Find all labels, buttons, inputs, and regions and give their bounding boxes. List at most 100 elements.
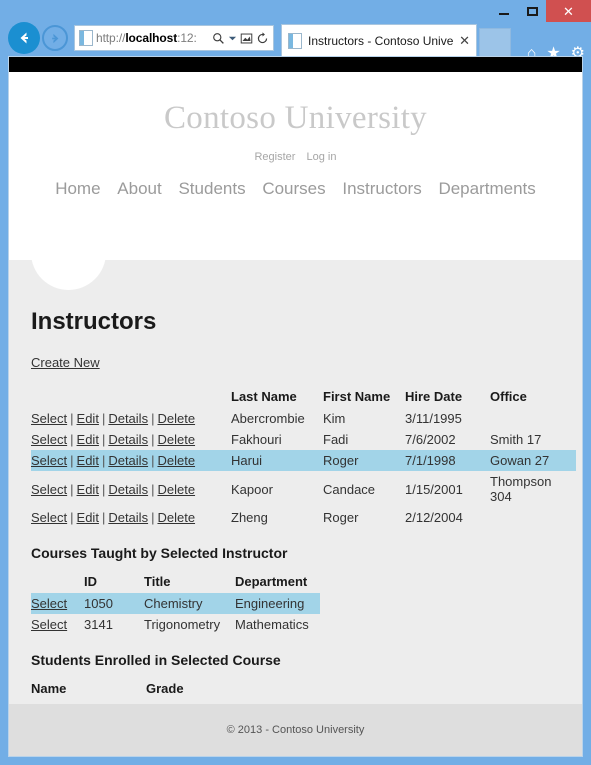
action-separator: |	[70, 453, 74, 468]
select-link[interactable]: Select	[31, 510, 67, 525]
courses-table: ID Title Department Select 1050 Chemistr…	[31, 571, 320, 635]
maximize-button[interactable]	[518, 0, 546, 22]
delete-link[interactable]: Delete	[157, 482, 195, 497]
title-bar: ✕	[0, 0, 591, 22]
cell-hire-date: 7/1/1998	[405, 453, 456, 468]
details-link[interactable]: Details	[108, 453, 148, 468]
table-row[interactable]: Select | Edit | Details | Delete Zheng Roger 2…	[31, 507, 576, 528]
col-course-department: Department	[235, 574, 308, 589]
close-button[interactable]: ✕	[546, 0, 591, 22]
nav-item-courses[interactable]: Courses	[262, 179, 325, 198]
select-link[interactable]: Select	[31, 432, 67, 447]
col-first-name: First Name	[323, 389, 391, 404]
cell-last-name: Zheng	[231, 510, 268, 525]
cell-course-id: 1050	[84, 596, 113, 611]
table-row-selected[interactable]: Select | Edit | Details | Delete Harui Roger 7…	[31, 450, 576, 471]
edit-link[interactable]: Edit	[77, 510, 99, 525]
search-icon[interactable]	[212, 32, 225, 45]
register-link[interactable]: Register	[254, 151, 295, 163]
cell-last-name: Harui	[231, 453, 263, 468]
select-link[interactable]: Select	[31, 617, 67, 632]
url-host: localhost	[125, 31, 178, 45]
courses-table-body: Select 1050 Chemistry Engineering Select…	[31, 593, 320, 635]
col-actions	[31, 386, 231, 408]
details-link[interactable]: Details	[108, 510, 148, 525]
row-actions: Select | Edit | Details | Delete	[31, 471, 231, 507]
table-header-row: Last Name First Name Hire Date Office	[31, 386, 576, 408]
create-new-link[interactable]: Create New	[31, 355, 100, 370]
details-link[interactable]: Details	[108, 432, 148, 447]
top-black-bar	[9, 57, 582, 72]
cell-course-id: 3141	[84, 617, 113, 632]
address-bar[interactable]: http://localhost:12:	[74, 25, 274, 51]
forward-arrow-icon	[51, 33, 58, 43]
select-link[interactable]: Select	[31, 411, 67, 426]
refresh-icon[interactable]	[256, 31, 269, 45]
col-course-title: Title	[144, 574, 171, 589]
minimize-button[interactable]	[490, 0, 518, 22]
delete-link[interactable]: Delete	[157, 411, 195, 426]
delete-link[interactable]: Delete	[157, 453, 195, 468]
cell-hire-date: 3/11/1995	[405, 411, 462, 426]
nav-item-instructors[interactable]: Instructors	[342, 179, 421, 198]
row-actions: Select | Edit | Details | Delete	[31, 450, 231, 471]
table-row[interactable]: Select | Edit | Details | Delete Fakhouri Fadi…	[31, 429, 576, 450]
window-controls: ✕	[490, 0, 591, 22]
edit-link[interactable]: Edit	[77, 411, 99, 426]
forward-button[interactable]	[42, 25, 68, 51]
courses-section-title: Courses Taught by Selected Instructor	[31, 545, 288, 561]
cell-hire-date: 7/6/2002	[405, 432, 456, 447]
nav-item-about[interactable]: About	[117, 179, 161, 198]
row-actions: Select | Edit | Details | Delete	[31, 429, 231, 450]
row-actions: Select | Edit | Details | Delete	[31, 408, 231, 429]
url-text[interactable]: http://localhost:12:	[96, 31, 209, 45]
action-separator: |	[101, 453, 106, 468]
table-header-row: ID Title Department	[31, 571, 320, 593]
col-student-name: Name	[31, 681, 67, 696]
chevron-down-icon[interactable]	[228, 34, 237, 43]
students-section-title: Students Enrolled in Selected Course	[31, 652, 281, 668]
action-separator: |	[70, 481, 74, 497]
instructors-table: Last Name First Name Hire Date Office Se…	[31, 386, 576, 528]
cell-course-title: Trigonometry	[144, 617, 221, 632]
table-row[interactable]: Select 3141 Trigonometry Mathematics	[31, 614, 320, 635]
select-link[interactable]: Select	[31, 596, 67, 611]
edit-link[interactable]: Edit	[77, 453, 99, 468]
nav-item-home[interactable]: Home	[55, 179, 100, 198]
nav-item-departments[interactable]: Departments	[438, 179, 535, 198]
row-actions: Select | Edit | Details | Delete	[31, 507, 231, 528]
decorative-circle	[31, 215, 106, 290]
cell-first-name: Fadi	[323, 432, 349, 447]
col-last-name: Last Name	[231, 389, 297, 404]
login-link[interactable]: Log in	[307, 151, 337, 163]
details-link[interactable]: Details	[108, 482, 148, 497]
table-row[interactable]: Select | Edit | Details | Delete Kapoor Candac…	[31, 471, 576, 507]
action-separator: |	[70, 432, 74, 447]
tab-close-icon[interactable]: ✕	[459, 33, 470, 49]
edit-link[interactable]: Edit	[77, 482, 99, 497]
cell-hire-date: 1/15/2001	[405, 481, 463, 497]
cell-first-name: Roger	[323, 453, 359, 468]
auth-links: Register Log in	[9, 151, 582, 163]
cell-office	[490, 408, 576, 429]
delete-link[interactable]: Delete	[157, 510, 195, 525]
table-header-row: Name Grade	[31, 678, 226, 700]
details-link[interactable]: Details	[108, 411, 148, 426]
col-hire-date: Hire Date	[405, 389, 463, 404]
new-tab-button[interactable]	[479, 28, 511, 56]
table-row-selected[interactable]: Select 1050 Chemistry Engineering	[31, 593, 320, 614]
select-link[interactable]: Select	[31, 482, 67, 497]
page-document-icon	[79, 30, 93, 46]
cell-first-name: Kim	[323, 411, 346, 426]
action-separator: |	[70, 510, 74, 525]
table-row[interactable]: Select | Edit | Details | Delete Abercrombie K…	[31, 408, 576, 429]
course-row-actions: Select	[31, 614, 84, 635]
compatibility-view-icon[interactable]	[240, 32, 253, 45]
nav-item-students[interactable]: Students	[178, 179, 245, 198]
select-link[interactable]: Select	[31, 453, 67, 468]
tab-instructors[interactable]: Instructors - Contoso Unive... ✕	[281, 24, 477, 56]
instructors-table-body: Select | Edit | Details | Delete Abercrombie K…	[31, 408, 576, 528]
back-button[interactable]	[8, 22, 40, 54]
delete-link[interactable]: Delete	[157, 432, 195, 447]
edit-link[interactable]: Edit	[77, 432, 99, 447]
